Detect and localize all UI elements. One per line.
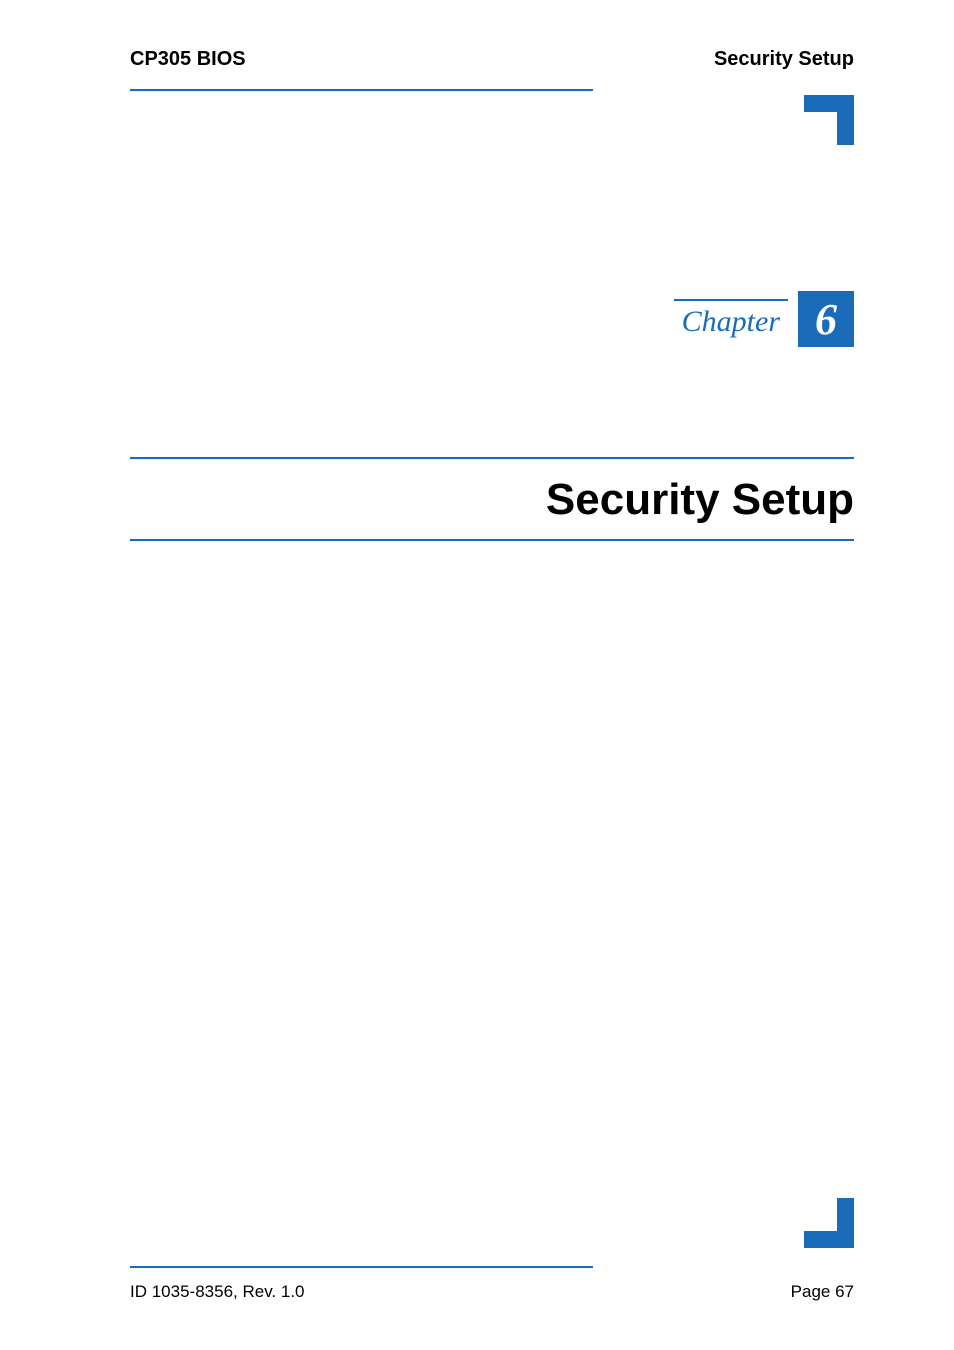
header-rule bbox=[130, 89, 593, 91]
footer-row: ID 1035-8356, Rev. 1.0 Page 67 bbox=[130, 1282, 854, 1302]
page-header: CP305 BIOS Security Setup bbox=[130, 48, 854, 71]
chapter-label: Chapter bbox=[682, 305, 780, 338]
chapter-title-block: Security Setup bbox=[130, 457, 854, 541]
chapter-number: 6 bbox=[815, 294, 837, 345]
chapter-number-box: 6 bbox=[798, 291, 854, 347]
header-section-title: Security Setup bbox=[714, 48, 854, 71]
page-footer: ID 1035-8356, Rev. 1.0 Page 67 bbox=[130, 1266, 854, 1302]
chapter-label-wrap: Chapter bbox=[674, 299, 788, 339]
corner-mark-top-icon bbox=[804, 95, 854, 145]
footer-rule bbox=[130, 1266, 593, 1268]
chapter-indicator: Chapter 6 bbox=[130, 291, 854, 347]
footer-document-id: ID 1035-8356, Rev. 1.0 bbox=[130, 1282, 305, 1302]
title-rule-bottom bbox=[130, 539, 854, 541]
chapter-title: Security Setup bbox=[130, 475, 854, 525]
header-document-title: CP305 BIOS bbox=[130, 48, 246, 71]
corner-mark-bottom-icon bbox=[804, 1198, 854, 1248]
title-rule-top bbox=[130, 457, 854, 459]
footer-page-number: Page 67 bbox=[791, 1282, 854, 1302]
document-page: CP305 BIOS Security Setup Chapter 6 Secu… bbox=[0, 0, 954, 1350]
